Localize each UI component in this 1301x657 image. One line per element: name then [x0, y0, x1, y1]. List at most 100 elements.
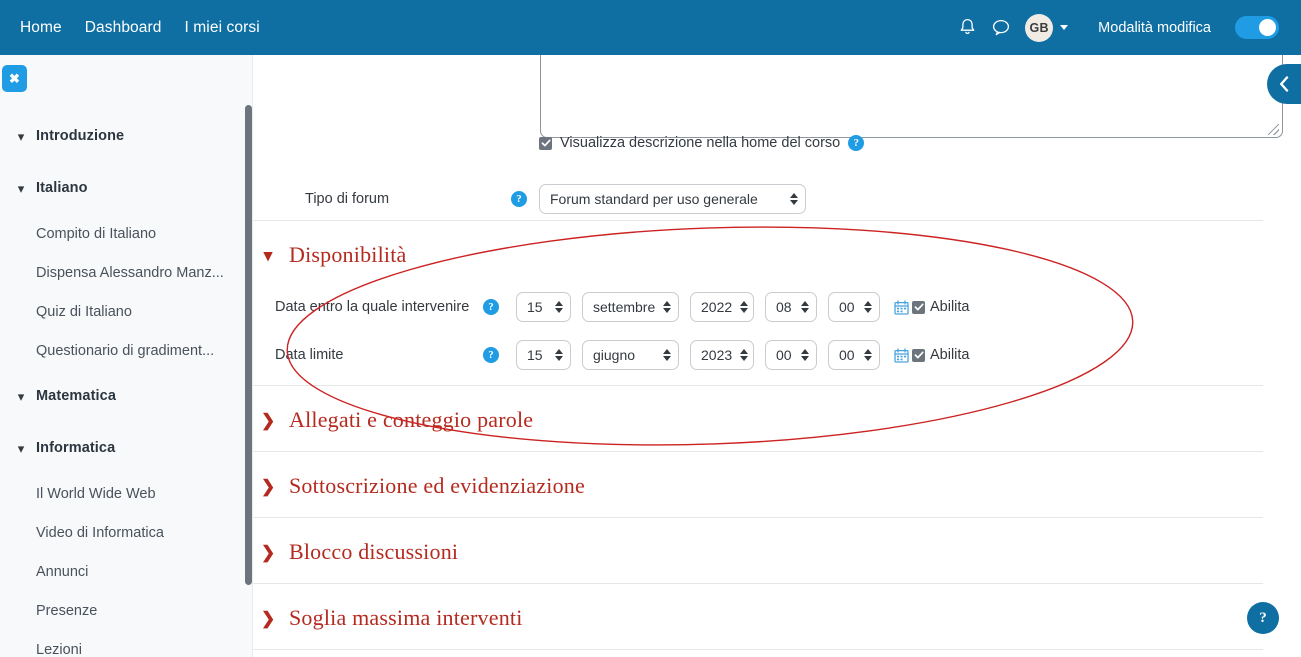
due-date-year-value: 2022 — [701, 299, 733, 315]
sidebar-item-compito-di-italiano[interactable]: Compito di Italiano — [0, 214, 252, 253]
due-date-minute-select[interactable]: 00 — [828, 292, 880, 322]
section-header-soglia-massima[interactable]: ❯ Soglia massima interventi — [261, 605, 523, 631]
due-date-hour-value: 08 — [776, 299, 792, 315]
sidebar-item-dispensa-manzoni[interactable]: Dispensa Alessandro Manz... — [0, 253, 252, 292]
chevron-updown-icon — [732, 301, 749, 313]
due-date-day-select[interactable]: 15 — [516, 292, 571, 322]
sidebar-section-informatica[interactable]: ▾ Informatica — [0, 422, 252, 474]
navbar-right-tools: GB Modalità modifica — [957, 13, 1279, 42]
cutoff-date-enable-group: Abilita — [912, 347, 970, 363]
nav-link-home[interactable]: Home — [20, 19, 62, 37]
cutoff-date-day-select[interactable]: 15 — [516, 340, 571, 370]
edit-mode-toggle[interactable] — [1235, 16, 1279, 39]
due-date-minute-value: 00 — [839, 299, 855, 315]
section-divider — [253, 517, 1263, 518]
sidebar-section-label: Matematica — [36, 388, 116, 404]
section-divider — [253, 649, 1263, 650]
help-icon[interactable]: ? — [483, 299, 499, 315]
chevron-right-icon: ❯ — [261, 476, 276, 496]
forum-type-select[interactable]: Forum standard per uso generale — [539, 184, 806, 214]
chevron-right-icon: ❯ — [261, 608, 276, 628]
primary-nav: Home Dashboard I miei corsi — [20, 19, 260, 37]
cutoff-date-day-value: 15 — [527, 347, 543, 363]
chevron-updown-icon — [782, 193, 798, 205]
section-header-allegati[interactable]: ❯ Allegati e conteggio parole — [261, 407, 533, 433]
chevron-updown-icon — [547, 349, 563, 361]
section-divider — [253, 220, 1263, 221]
help-icon[interactable]: ? — [483, 347, 499, 363]
sidebar-section-label: Informatica — [36, 440, 116, 456]
chevron-updown-icon — [655, 301, 672, 313]
cutoff-date-minute-value: 00 — [839, 347, 855, 363]
chevron-updown-icon — [856, 301, 872, 313]
cutoff-date-selects: 15 giugno 2023 00 00 — [516, 340, 880, 370]
calendar-icon[interactable] — [894, 299, 910, 315]
section-divider — [253, 451, 1263, 452]
cutoff-date-enable-checkbox[interactable] — [912, 348, 925, 362]
help-icon[interactable]: ? — [848, 135, 865, 151]
cutoff-date-year-value: 2023 — [701, 347, 733, 363]
nav-link-dashboard[interactable]: Dashboard — [85, 19, 162, 37]
cutoff-date-enable-label: Abilita — [930, 347, 970, 363]
due-date-month-select[interactable]: settembre — [582, 292, 679, 322]
chevron-updown-icon — [732, 349, 749, 361]
sidebar-item-world-wide-web[interactable]: Il World Wide Web — [0, 474, 252, 513]
description-textarea[interactable] — [540, 55, 1283, 138]
chevron-down-icon: ▾ — [17, 440, 25, 456]
sidebar-item-questionario-gradimento[interactable]: Questionario di gradiment... — [0, 331, 252, 370]
sidebar-item-video-informatica[interactable]: Video di Informatica — [0, 513, 252, 552]
due-date-selects: 15 settembre 2022 08 00 — [516, 292, 880, 322]
sidebar-item-quiz-di-italiano[interactable]: Quiz di Italiano — [0, 292, 252, 331]
help-icon[interactable]: ? — [511, 191, 527, 207]
chat-bubble-icon[interactable] — [991, 17, 1011, 39]
due-date-hour-select[interactable]: 08 — [765, 292, 817, 322]
resize-handle-icon[interactable] — [1268, 124, 1279, 135]
open-block-drawer-button[interactable] — [1267, 64, 1301, 104]
chevron-updown-icon — [547, 301, 563, 313]
cutoff-date-month-select[interactable]: giugno — [582, 340, 679, 370]
sidebar-item-lezioni[interactable]: Lezioni — [0, 630, 252, 657]
sidebar-section-matematica[interactable]: ▾ Matematica — [0, 370, 252, 422]
calendar-icon[interactable] — [894, 347, 910, 363]
forum-settings-form: Visualizza descrizione nella home del co… — [253, 55, 1301, 657]
show-description-checkbox[interactable] — [539, 136, 552, 150]
section-header-disponibilita[interactable]: ▾ Disponibilità — [261, 242, 407, 268]
chevron-updown-icon — [793, 349, 809, 361]
chevron-left-icon — [1279, 76, 1288, 92]
cutoff-date-month-value: giugno — [593, 347, 636, 363]
show-description-label: Visualizza descrizione nella home del co… — [560, 135, 841, 151]
due-date-enable-checkbox[interactable] — [912, 300, 925, 314]
edit-mode-label: Modalità modifica — [1098, 19, 1211, 36]
forum-type-value: Forum standard per uso generale — [550, 191, 758, 207]
section-title: Disponibilità — [289, 242, 407, 267]
chevron-right-icon: ❯ — [261, 542, 276, 562]
cutoff-date-label: Data limite — [275, 347, 344, 363]
chevron-right-icon: ❯ — [261, 410, 276, 430]
section-header-blocco-discussioni[interactable]: ❯ Blocco discussioni — [261, 539, 458, 565]
cutoff-date-minute-select[interactable]: 00 — [828, 340, 880, 370]
sidebar-section-introduzione[interactable]: ▾ Introduzione — [0, 110, 252, 162]
course-index-sidebar: ✖ ▾ Introduzione ▾ Italiano Compito di I… — [0, 55, 253, 657]
avatar[interactable]: GB — [1025, 13, 1054, 42]
forum-type-label: Tipo di forum — [305, 191, 390, 207]
section-title: Allegati e conteggio parole — [289, 407, 534, 432]
cutoff-date-hour-value: 00 — [776, 347, 792, 363]
section-header-sottoscrizione[interactable]: ❯ Sottoscrizione ed evidenziazione — [261, 473, 585, 499]
chevron-down-icon: ▾ — [17, 388, 25, 404]
section-title: Blocco discussioni — [289, 539, 459, 564]
course-index-tree: ▾ Introduzione ▾ Italiano Compito di Ita… — [0, 110, 252, 657]
chevron-updown-icon — [856, 349, 872, 361]
sidebar-section-italiano[interactable]: ▾ Italiano — [0, 162, 252, 214]
nav-link-my-courses[interactable]: I miei corsi — [184, 19, 259, 37]
bell-icon[interactable] — [957, 17, 977, 39]
chevron-down-icon[interactable] — [1060, 25, 1069, 30]
cutoff-date-year-select[interactable]: 2023 — [690, 340, 754, 370]
section-title: Soglia massima interventi — [289, 605, 523, 630]
user-menu[interactable]: GB — [1025, 13, 1069, 42]
close-icon[interactable]: ✖ — [2, 65, 27, 92]
cutoff-date-hour-select[interactable]: 00 — [765, 340, 817, 370]
sidebar-item-presenze[interactable]: Presenze — [0, 591, 252, 630]
help-floating-button[interactable]: ? — [1247, 602, 1279, 634]
sidebar-item-annunci[interactable]: Annunci — [0, 552, 252, 591]
due-date-year-select[interactable]: 2022 — [690, 292, 754, 322]
